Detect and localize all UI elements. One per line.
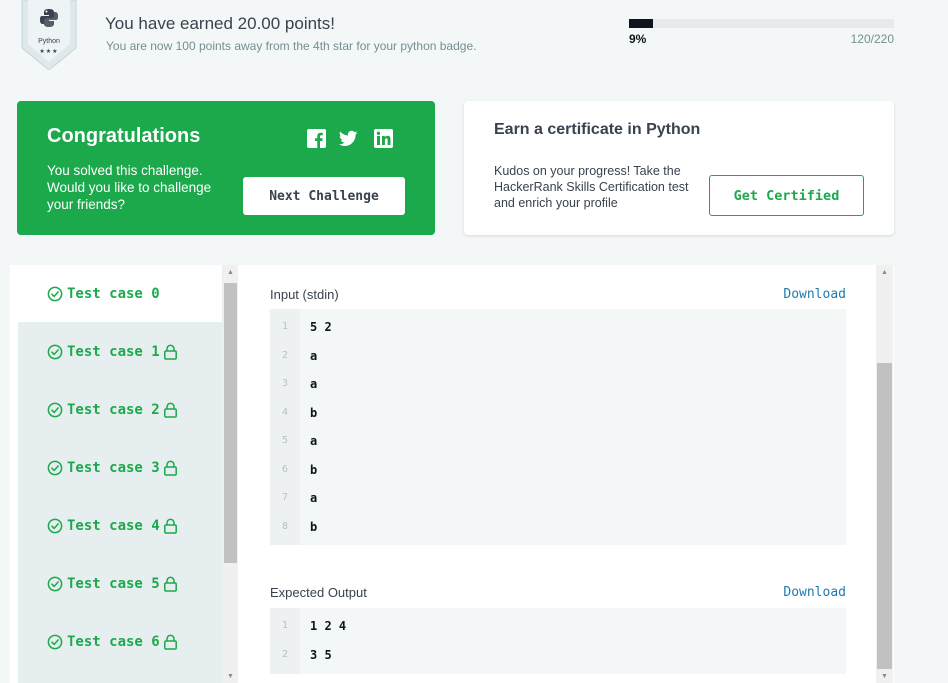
test-case-label: Test case 6 xyxy=(67,633,160,650)
check-circle-icon xyxy=(47,286,63,301)
content-scrollbar-thumb[interactable] xyxy=(877,363,892,669)
test-case-tab[interactable]: Test case 2 xyxy=(18,381,222,438)
line-number: 4 xyxy=(281,406,289,418)
content-scroll-up-arrow-icon[interactable]: ▲ xyxy=(877,267,892,279)
test-case-label: Test case 4 xyxy=(67,517,160,534)
congratulations-title: Congratulations xyxy=(47,125,201,147)
certificate-card: Earn a certificate in Python Kudos on yo… xyxy=(464,101,894,235)
badge-progress-fill xyxy=(629,19,653,28)
check-circle-icon xyxy=(47,576,63,591)
scroll-up-arrow-icon[interactable]: ▲ xyxy=(223,267,238,279)
line-text: b xyxy=(310,405,318,420)
code-line: 8b xyxy=(270,513,846,541)
line-number: 1 xyxy=(281,321,289,332)
line-text: a xyxy=(310,348,318,363)
twitter-icon[interactable] xyxy=(339,129,358,148)
line-text: 5 2 xyxy=(310,320,332,334)
code-line: 1 1 2 4 xyxy=(270,612,846,640)
badge-stars: ★★★ xyxy=(39,49,59,55)
code-line: 4b xyxy=(270,399,846,427)
top-banner: Python ★★★ You have earned 20.00 points!… xyxy=(0,0,948,80)
line-number: 2 xyxy=(281,349,289,361)
test-case-tab[interactable]: Test case 5 xyxy=(18,555,222,612)
certificate-title: Earn a certificate in Python xyxy=(494,121,701,138)
test-case-label: Test case 0 xyxy=(67,285,160,302)
test-case-tab[interactable]: Test case 1 xyxy=(18,323,222,380)
linkedin-icon[interactable] xyxy=(374,129,393,148)
scroll-down-arrow-icon[interactable]: ▼ xyxy=(223,671,238,683)
certificate-text: Kudos on your progress! Take the HackerR… xyxy=(494,164,689,210)
expected-output-label: Expected Output xyxy=(270,585,367,600)
next-challenge-button[interactable]: Next Challenge xyxy=(243,177,405,215)
progress-percent: 9% xyxy=(629,32,647,46)
line-text: a xyxy=(310,377,318,391)
check-circle-icon xyxy=(47,634,63,649)
line-text: a xyxy=(310,434,318,448)
badge-label: Python xyxy=(38,38,60,45)
code-line: 1 5 2 xyxy=(270,313,846,341)
badge-progress-track xyxy=(629,19,894,28)
test-case-scrollbar-thumb[interactable] xyxy=(224,283,237,563)
lock-icon xyxy=(163,402,177,418)
test-case-tab[interactable]: Test case 6 xyxy=(18,613,222,670)
test-case-label: Test case 5 xyxy=(67,575,160,592)
line-number: 3 xyxy=(281,378,289,389)
check-circle-icon xyxy=(47,344,63,359)
lock-icon xyxy=(163,518,177,534)
line-number: 1 xyxy=(281,620,289,631)
line-text: 1 2 4 xyxy=(310,619,347,633)
code-line: 7a xyxy=(270,484,846,512)
progress-count: 120/220 xyxy=(850,32,894,46)
input-code-block: 15 22a3a4b5a6b7a8b xyxy=(270,309,846,545)
code-line: 5a xyxy=(270,427,846,455)
lock-icon xyxy=(163,576,177,592)
test-case-label: Test case 3 xyxy=(67,459,160,476)
content-scroll-down-arrow-icon[interactable]: ▼ xyxy=(877,671,892,683)
line-number: 8 xyxy=(281,520,289,532)
congratulations-message: You solved this challenge. Would you lik… xyxy=(47,163,212,212)
code-line: 6b xyxy=(270,456,846,484)
check-circle-icon xyxy=(47,518,63,533)
get-certified-button[interactable]: Get Certified xyxy=(709,175,864,216)
code-line: 2a xyxy=(270,342,846,370)
line-number: 5 xyxy=(281,435,289,446)
line-text: a xyxy=(310,491,318,505)
facebook-icon[interactable] xyxy=(307,129,326,148)
line-number: 6 xyxy=(281,463,289,475)
test-case-label: Test case 2 xyxy=(67,401,160,418)
expected-output-code-block: 1 1 2 4 2 3 5 xyxy=(270,608,846,674)
lock-icon xyxy=(163,460,177,476)
test-case-list: Test case 0 Test case 1 Test case 2 Test ca… xyxy=(18,265,231,683)
input-label: Input (stdin) xyxy=(270,287,339,302)
python-logo-icon xyxy=(40,9,58,27)
test-case-label: Test case 1 xyxy=(67,343,160,360)
output-download-link[interactable]: Download xyxy=(783,585,846,600)
line-text: 3 5 xyxy=(310,647,332,662)
line-text: b xyxy=(310,462,318,477)
line-number: 7 xyxy=(281,492,289,503)
line-number: 2 xyxy=(281,648,289,660)
lock-icon xyxy=(163,344,177,360)
test-case-tab[interactable]: Test case 4 xyxy=(18,497,222,554)
test-case-tab[interactable]: Test case 3 xyxy=(18,439,222,496)
test-case-tab[interactable]: Test case 0 xyxy=(18,265,222,322)
code-line: 3a xyxy=(270,370,846,398)
points-earned-title: You have earned 20.00 points! xyxy=(105,14,336,33)
check-circle-icon xyxy=(47,460,63,475)
congratulations-card: Congratulations You solved this challeng… xyxy=(17,101,435,235)
check-circle-icon xyxy=(47,402,63,417)
input-download-link[interactable]: Download xyxy=(783,287,846,302)
python-badge[interactable]: Python ★★★ xyxy=(18,0,80,71)
points-earned-subtitle: You are now 100 points away from the 4th… xyxy=(106,39,477,53)
test-results-panel: Test case 0 Test case 1 Test case 2 Test ca… xyxy=(10,265,894,683)
lock-icon xyxy=(163,634,177,650)
line-text: b xyxy=(310,519,318,534)
code-line: 2 3 5 xyxy=(270,641,846,669)
